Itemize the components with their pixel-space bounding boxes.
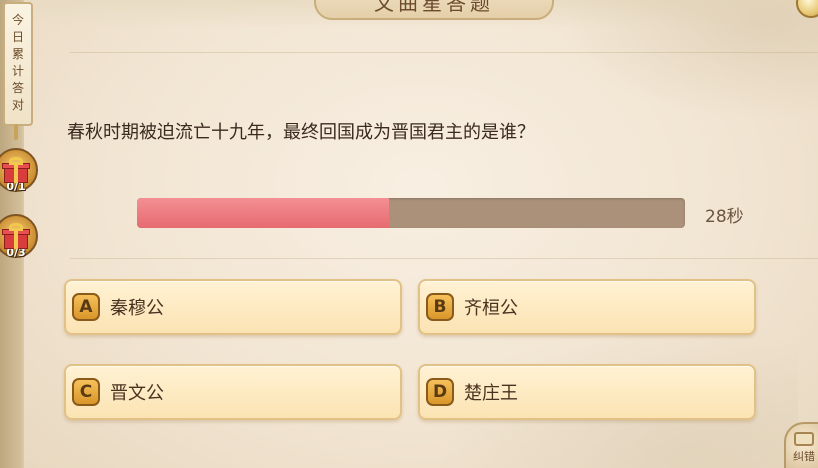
daily-label-char: 计 (11, 64, 24, 78)
option-b-button[interactable]: B 齐桓公 (418, 279, 756, 335)
timer-progress-bar (137, 198, 685, 228)
divider (70, 258, 818, 259)
timer-text: 28秒 (705, 207, 744, 227)
option-d-button[interactable]: D 楚庄王 (418, 364, 756, 420)
option-text: 齐桓公 (464, 298, 518, 319)
title-banner: 文曲星答题 (314, 0, 554, 20)
option-letter-badge: B (426, 293, 454, 321)
option-c-button[interactable]: C 晋文公 (64, 364, 402, 420)
report-error-button[interactable]: 纠错 (784, 422, 818, 468)
daily-label-char: 答 (11, 81, 24, 95)
gift-icon (2, 157, 30, 183)
cloud-decoration (558, 0, 818, 120)
question-text: 春秋时期被迫流亡十九年，最终回国成为晋国君主的是谁？ (67, 122, 535, 143)
daily-label-char: 今 (11, 13, 24, 27)
daily-label-char: 日 (11, 30, 24, 44)
option-a-button[interactable]: A 秦穆公 (64, 279, 402, 335)
timer-progress-fill (137, 198, 390, 228)
option-text: 楚庄王 (464, 383, 518, 404)
option-letter-badge: D (426, 378, 454, 406)
option-text: 晋文公 (110, 383, 164, 404)
reward-chest-2[interactable]: 0/3 (0, 214, 38, 270)
tassel-decoration (14, 124, 18, 140)
option-letter-badge: A (72, 293, 100, 321)
page-title: 文曲星答题 (374, 0, 494, 15)
option-text: 秦穆公 (110, 298, 164, 319)
gift-icon (2, 223, 30, 249)
daily-label-char: 累 (11, 47, 24, 61)
daily-correct-tab[interactable]: 今 日 累 计 答 对 (3, 2, 33, 126)
daily-label-char: 对 (11, 98, 24, 112)
option-letter-badge: C (72, 378, 100, 406)
scroll-icon (794, 432, 814, 446)
report-error-label: 纠错 (793, 450, 815, 463)
reward-chest-1[interactable]: 0/1 (0, 148, 38, 204)
divider (70, 52, 818, 53)
